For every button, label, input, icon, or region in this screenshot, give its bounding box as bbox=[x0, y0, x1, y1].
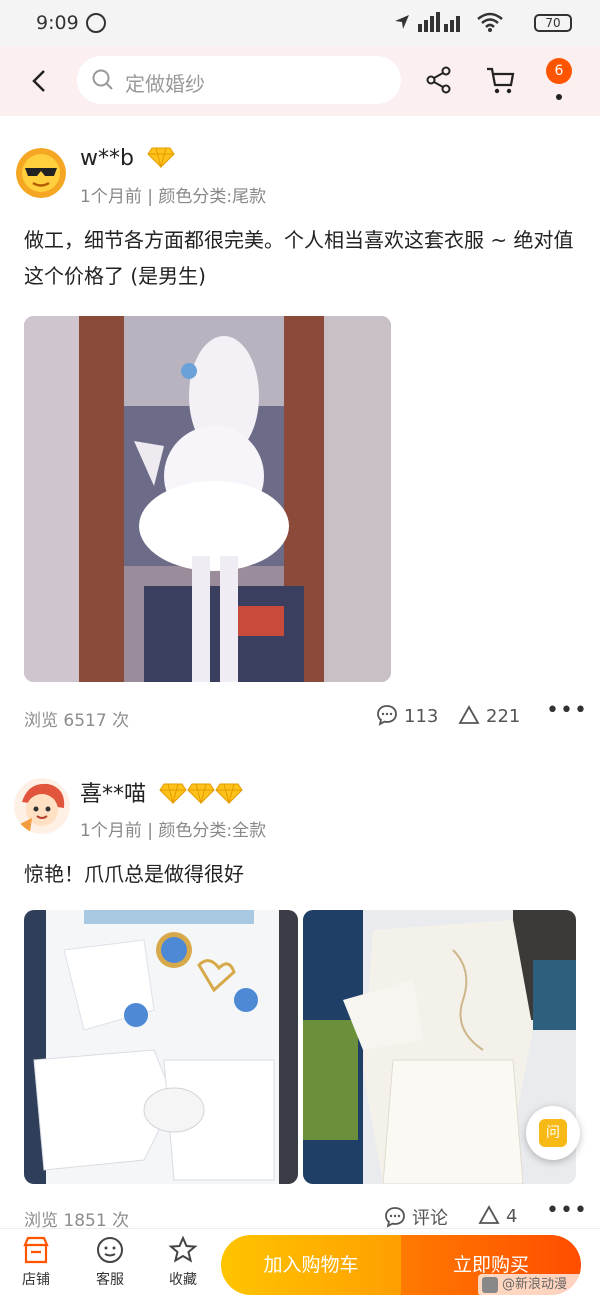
avatar[interactable] bbox=[14, 778, 70, 834]
search-icon bbox=[92, 69, 113, 90]
comment-icon bbox=[377, 705, 397, 726]
reviewer-name: 喜**喵 bbox=[80, 776, 243, 808]
more-menu-button[interactable]: 6 bbox=[538, 56, 584, 106]
weibo-logo-icon bbox=[482, 1277, 498, 1293]
cell-signal-icon bbox=[418, 12, 460, 32]
diamond-icon bbox=[147, 147, 175, 168]
store-button[interactable]: 店铺 bbox=[6, 1235, 66, 1295]
star-icon bbox=[168, 1235, 198, 1263]
share-icon[interactable] bbox=[424, 65, 454, 95]
add-to-cart-button[interactable]: 加入购物车 bbox=[221, 1235, 401, 1295]
store-label: 店铺 bbox=[22, 1272, 50, 1288]
review-text: 做工，细节各方面都很完美。个人相当喜欢这套衣服 ~ 绝对值这个价格了 (是男生) bbox=[24, 228, 574, 288]
review-photo[interactable] bbox=[24, 910, 298, 1184]
like-triangle-icon bbox=[478, 1205, 500, 1224]
customer-service-label: 客服 bbox=[96, 1272, 124, 1288]
diamond-icon bbox=[215, 783, 243, 804]
review-meta: 1个月前 | 颜色分类:全款 bbox=[80, 821, 267, 841]
status-bar: 9:09 70 bbox=[0, 0, 600, 46]
diamond-icon bbox=[187, 783, 215, 804]
status-time: 9:09 bbox=[36, 12, 79, 34]
search-input[interactable]: 定做婚纱 bbox=[77, 56, 401, 104]
like-button[interactable]: 4 bbox=[478, 1204, 517, 1227]
comment-icon bbox=[385, 1207, 405, 1228]
more-dots-icon[interactable]: ••• bbox=[546, 698, 588, 723]
review-card: w**b 1个月前 | 颜色分类:尾款 做工，细节各方面都很完美。个人相当喜欢这… bbox=[0, 116, 600, 746]
review-text: 惊艳！爪爪总是做得很好 bbox=[24, 862, 244, 886]
search-placeholder: 定做婚纱 bbox=[125, 72, 205, 96]
watermark: @新浪动漫 bbox=[478, 1274, 590, 1296]
review-photo[interactable] bbox=[24, 316, 391, 682]
more-dots-icon[interactable]: ••• bbox=[546, 1198, 588, 1223]
avatar[interactable] bbox=[16, 148, 66, 198]
back-icon[interactable] bbox=[24, 65, 56, 97]
customer-service-button[interactable]: 客服 bbox=[80, 1235, 140, 1295]
more-icon bbox=[556, 94, 562, 100]
review-meta: 1个月前 | 颜色分类:尾款 bbox=[80, 187, 267, 207]
location-arrow-icon bbox=[395, 15, 409, 29]
view-count: 浏览 6517 次 bbox=[24, 711, 130, 731]
battery-icon: 70 bbox=[534, 14, 572, 32]
avatar-sunglasses-icon bbox=[16, 148, 66, 198]
ask-question-button[interactable]: 问 bbox=[526, 1106, 580, 1160]
notification-badge: 6 bbox=[546, 58, 572, 84]
favorite-label: 收藏 bbox=[169, 1272, 197, 1288]
review-card: 喜**喵 1个月前 | 颜色分类:全款 惊艳！爪爪总是做得很好 问 浏览 185… bbox=[0, 746, 600, 1231]
like-button[interactable]: 221 bbox=[458, 704, 520, 727]
status-icons: 70 bbox=[372, 12, 572, 34]
cart-icon[interactable] bbox=[485, 65, 517, 95]
comment-button[interactable]: 113 bbox=[376, 704, 438, 727]
top-nav: 定做婚纱 6 bbox=[0, 46, 600, 116]
wifi-icon bbox=[477, 12, 503, 32]
photo-dress-parts-image bbox=[24, 910, 298, 1184]
like-triangle-icon bbox=[458, 705, 480, 724]
favorite-button[interactable]: 收藏 bbox=[153, 1235, 213, 1295]
question-icon: 问 bbox=[539, 1119, 567, 1147]
photo-cosplay-dress-image bbox=[24, 316, 391, 682]
reviewer-name: w**b bbox=[80, 146, 175, 171]
avatar-cartoon-icon bbox=[14, 778, 70, 834]
alarm-icon bbox=[86, 13, 106, 33]
customer-service-icon bbox=[97, 1237, 123, 1263]
diamond-icon bbox=[159, 783, 187, 804]
comment-button[interactable]: 评论 bbox=[384, 1204, 448, 1230]
store-icon bbox=[23, 1236, 49, 1264]
